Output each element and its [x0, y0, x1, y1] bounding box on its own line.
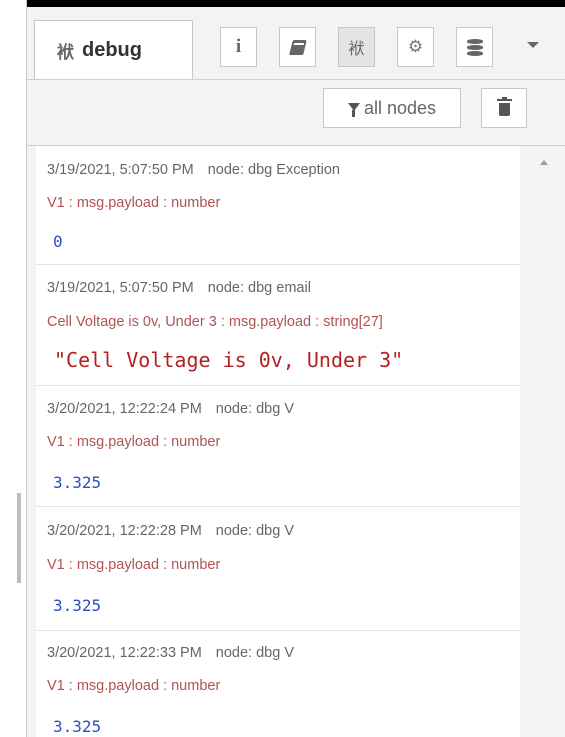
trash-icon	[496, 97, 512, 116]
database-icon	[466, 38, 483, 56]
message-timestamp: 3/20/2021, 12:22:28 PM	[47, 523, 202, 539]
debug-message[interactable]: 3/19/2021, 5:07:50 PM node: dbg Exception…	[36, 146, 520, 265]
bug-icon: 袱	[57, 42, 74, 62]
tab-info-button[interactable]: i	[220, 27, 257, 67]
message-node: node: dbg email	[207, 280, 311, 296]
filter-label: all nodes	[363, 97, 437, 118]
message-scrollbar[interactable]	[521, 146, 565, 737]
message-value[interactable]: 3.325	[53, 717, 101, 736]
message-timestamp: 3/19/2021, 5:07:50 PM	[47, 280, 194, 296]
message-meta: 3/19/2021, 5:07:50 PM node: dbg Exception	[47, 162, 340, 178]
sidebar-resize-handle[interactable]	[17, 493, 21, 583]
clear-messages-button[interactable]	[481, 88, 527, 128]
book-icon	[288, 39, 307, 55]
tab-debug[interactable]: 袱 debug	[34, 20, 193, 79]
debug-message[interactable]: 3/19/2021, 5:07:50 PM node: dbg email Cel…	[36, 265, 520, 386]
tab-debug-label: debug	[82, 38, 142, 61]
debug-sidebar: 袱 debug i 袱 ⚙ all nodes 3/19/2021, 5:07:…	[26, 0, 565, 737]
message-topic: V1 : msg.payload : number	[47, 678, 221, 694]
message-value[interactable]: "Cell Voltage is 0v, Under 3"	[54, 348, 403, 372]
info-icon: i	[235, 36, 242, 57]
message-meta: 3/20/2021, 12:22:28 PM node: dbg V	[47, 523, 294, 539]
tab-help-button[interactable]	[279, 27, 316, 67]
message-topic: Cell Voltage is 0v, Under 3 : msg.payloa…	[47, 314, 383, 330]
message-node: node: dbg V	[215, 401, 295, 417]
filter-all-nodes-button[interactable]: all nodes	[323, 88, 461, 128]
debug-message-list[interactable]: 3/19/2021, 5:07:50 PM node: dbg Exception…	[36, 146, 520, 737]
bug-icon: 袱	[348, 41, 365, 58]
editor-edge	[0, 0, 10, 737]
sidebar-tab-bar: 袱 debug i 袱 ⚙	[27, 7, 565, 80]
scroll-up-arrow-icon[interactable]	[540, 160, 548, 165]
tab-debug-button[interactable]: 袱	[338, 27, 375, 67]
message-node: node: dbg V	[215, 523, 295, 539]
message-timestamp: 3/19/2021, 5:07:50 PM	[47, 162, 194, 178]
tab-config-button[interactable]: ⚙	[397, 27, 434, 67]
message-meta: 3/19/2021, 5:07:50 PM node: dbg email	[47, 280, 311, 296]
debug-message[interactable]: 3/20/2021, 12:22:33 PM node: dbg V V1 : m…	[36, 631, 520, 737]
message-node: node: dbg Exception	[207, 162, 340, 178]
message-meta: 3/20/2021, 12:22:24 PM node: dbg V	[47, 401, 294, 417]
debug-message[interactable]: 3/20/2021, 12:22:28 PM node: dbg V V1 : m…	[36, 507, 520, 631]
message-topic: V1 : msg.payload : number	[47, 195, 221, 211]
debug-message[interactable]: 3/20/2021, 12:22:24 PM node: dbg V V1 : m…	[36, 386, 520, 507]
gear-icon: ⚙	[407, 37, 424, 56]
message-value[interactable]: 3.325	[53, 473, 101, 492]
message-meta: 3/20/2021, 12:22:33 PM node: dbg V	[47, 645, 294, 661]
tab-context-button[interactable]	[456, 27, 493, 67]
debug-toolbar: all nodes	[27, 80, 565, 146]
message-node: node: dbg V	[215, 645, 295, 661]
message-timestamp: 3/20/2021, 12:22:33 PM	[47, 645, 202, 661]
message-value[interactable]: 3.325	[53, 596, 101, 615]
caret-down-icon[interactable]	[527, 42, 539, 48]
message-value[interactable]: 0	[53, 232, 63, 251]
filter-icon	[347, 103, 360, 117]
window-top-border	[27, 0, 565, 7]
message-topic: V1 : msg.payload : number	[47, 557, 221, 573]
message-topic: V1 : msg.payload : number	[47, 434, 221, 450]
message-timestamp: 3/20/2021, 12:22:24 PM	[47, 401, 202, 417]
